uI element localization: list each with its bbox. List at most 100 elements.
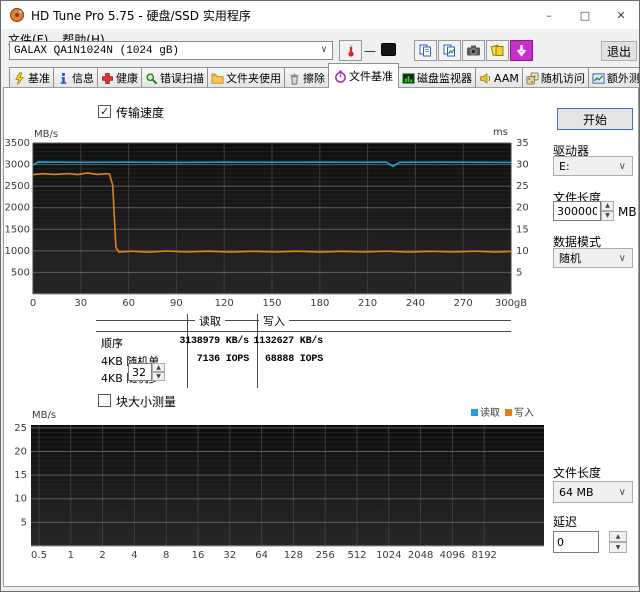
svg-text:150: 150 [262,298,281,309]
svg-text:10: 10 [516,246,529,257]
delay-input[interactable] [553,531,599,553]
app-logo-icon [9,7,25,23]
svg-text:2048: 2048 [408,550,433,561]
tab-erase[interactable]: 擦除 [284,67,329,88]
svg-text:2500: 2500 [5,181,30,192]
temperature-display [381,43,396,56]
tab-disk-monitor[interactable]: 磁盘监视器 [398,67,476,88]
svg-text:15: 15 [14,470,27,481]
svg-text:25: 25 [516,181,529,192]
app-window: HD Tune Pro 5.75 - 硬盘/SSD 实用程序 – □ ✕ 文件(… [0,0,640,592]
tab-file-benchmark[interactable]: 文件基准 [328,63,399,88]
svg-text:20: 20 [516,203,529,214]
svg-text:0: 0 [30,298,36,309]
screenshot-button[interactable] [462,40,485,61]
svg-text:16: 16 [192,550,205,561]
svg-text:32: 32 [223,550,236,561]
svg-text:270: 270 [454,298,473,309]
window-title: HD Tune Pro 5.75 - 硬盘/SSD 实用程序 [31,7,251,24]
maximize-button[interactable]: □ [567,1,603,29]
start-button[interactable]: 开始 [557,108,633,130]
queue-depth-spinner[interactable]: ▲ ▼ [152,363,165,381]
tab-health[interactable]: 健康 [97,67,142,88]
spin-down-icon[interactable]: ▼ [601,211,614,221]
svg-text:30: 30 [74,298,87,309]
red-cross-icon [101,72,114,85]
block-size-chart: MB/s5101520250.5124816326412825651210242… [1,406,549,561]
table-header-rule [96,331,511,332]
save-button[interactable] [486,40,509,61]
chevron-down-icon: ∨ [321,44,327,56]
exit-button[interactable]: 退出 [601,41,637,61]
tab-aam[interactable]: AAM [475,67,523,88]
spin-down-icon[interactable]: ▼ [609,542,627,553]
file-length-input[interactable] [553,201,601,221]
download-button[interactable] [510,40,533,61]
tab-benchmark[interactable]: 基准 [9,67,54,88]
stopwatch-icon [334,70,347,83]
tab-info[interactable]: 信息 [53,67,98,88]
svg-text:0.5: 0.5 [31,550,47,561]
svg-text:1500: 1500 [5,224,30,235]
svg-text:35: 35 [516,138,529,149]
dice-icon [526,72,539,85]
drive-combobox[interactable]: E: ∨ [553,156,633,176]
folder-icon [211,72,224,85]
spin-up-icon[interactable]: ▲ [609,531,627,542]
svg-text:240: 240 [406,298,425,309]
table-divider-write [257,314,258,388]
data-mode-combobox[interactable]: 随机 ∨ [553,248,633,268]
copy-pages-icon [418,43,433,58]
svg-text:15: 15 [516,224,529,235]
table-header-write: 写入 [259,313,289,329]
tab-random-access[interactable]: 随机访问 [522,67,589,88]
yellow-pages-icon [490,43,505,58]
svg-text:4: 4 [131,550,137,561]
svg-text:1: 1 [68,550,74,561]
title-bar: HD Tune Pro 5.75 - 硬盘/SSD 实用程序 – □ ✕ [1,1,639,29]
queue-depth-input[interactable] [128,363,152,381]
copy-chart-icon [442,43,457,58]
tab-extra-tests[interactable]: 额外测试 [588,67,640,88]
copy-image-button[interactable] [438,40,461,61]
table-divider-read [187,314,188,388]
transfer-speed-label: 传输速度 [116,104,164,121]
svg-text:500: 500 [11,267,30,278]
svg-text:2000: 2000 [5,203,30,214]
svg-text:300gB: 300gB [495,298,527,309]
magnifier-icon [145,72,158,85]
file-length-spinner[interactable]: ▲ ▼ [601,201,614,221]
svg-text:读取: 读取 [480,406,500,419]
svg-text:210: 210 [358,298,377,309]
extra-tests-icon [592,72,605,85]
file-length2-combobox[interactable]: 64 MB ∨ [553,481,633,503]
svg-text:128: 128 [284,550,303,561]
svg-text:MB/s: MB/s [32,410,56,421]
drive-select[interactable]: GALAX QA1N1024N (1024 gB) ∨ [9,41,333,60]
svg-text:64: 64 [255,550,268,561]
tab-error-scan[interactable]: 错误扫描 [141,67,208,88]
temperature-value: — [364,44,376,58]
row-sequential-label: 顺序 [101,335,123,351]
temperature-button[interactable] [339,40,362,61]
tab-folder-usage[interactable]: 文件夹使用 [207,67,285,88]
copy-text-button[interactable] [414,40,437,61]
table-header-read: 读取 [195,313,225,329]
sequential-write-value: 1132627 KB/s [253,336,323,347]
svg-text:5: 5 [516,267,522,278]
close-button[interactable]: ✕ [603,1,639,29]
table-top-line [96,320,511,321]
svg-text:2: 2 [99,550,105,561]
spin-up-icon[interactable]: ▲ [152,363,165,372]
spin-down-icon[interactable]: ▼ [152,372,165,381]
svg-text:120: 120 [215,298,234,309]
thermometer-icon [344,43,358,58]
svg-text:写入: 写入 [514,407,534,419]
minimize-button[interactable]: – [531,1,567,29]
delay-spinner[interactable]: ▲ ▼ [609,531,627,553]
svg-text:1024: 1024 [376,550,401,561]
checkmark-icon: ✓ [100,106,109,117]
spin-up-icon[interactable]: ▲ [601,201,614,211]
svg-text:5: 5 [21,517,27,528]
transfer-speed-chart: MB/sms5001000150020002500300035005101520… [4,126,539,312]
